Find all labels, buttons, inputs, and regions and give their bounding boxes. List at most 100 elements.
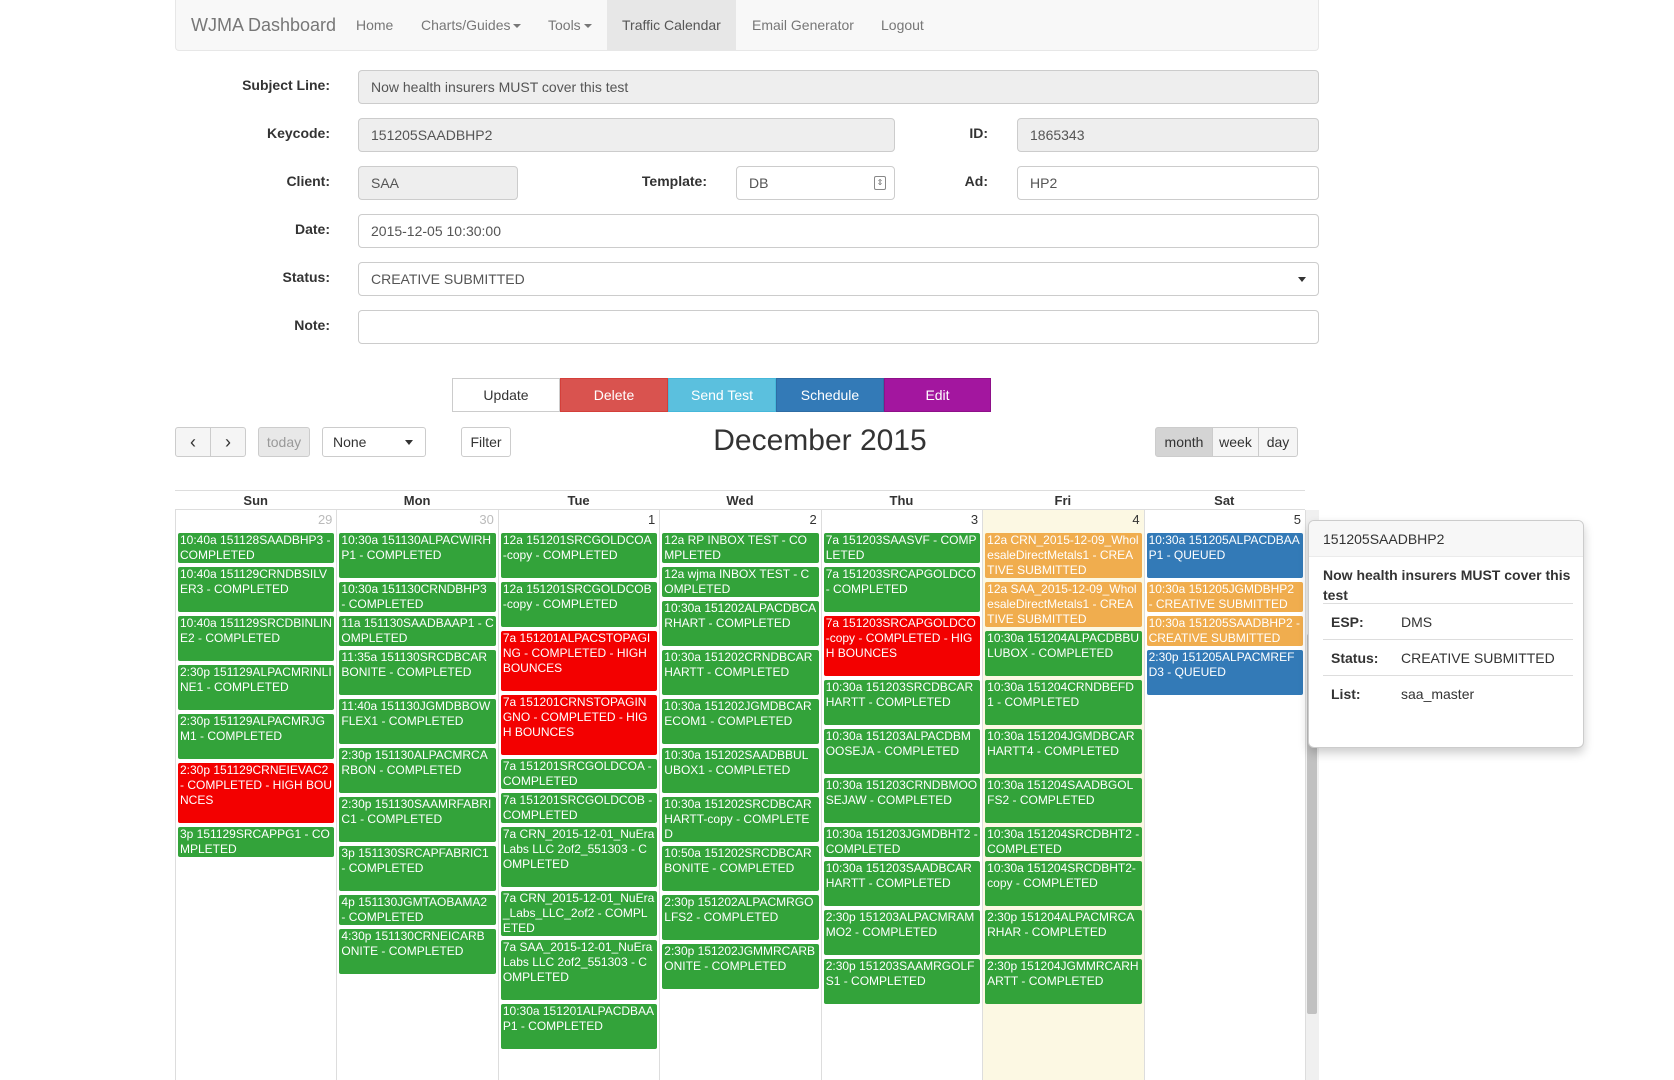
calendar-event[interactable]: 11:40a 151130JGMDBBOWFLEX1 - COMPLETED	[339, 699, 496, 744]
day-view-button[interactable]: day	[1258, 427, 1298, 457]
calendar-event[interactable]: 2:30p 151130ALPACMRCARBON - COMPLETED	[339, 748, 496, 793]
calendar-event[interactable]: 4p 151130JGMTAOBAMA2 - COMPLETED	[339, 895, 496, 925]
nav-home[interactable]: Home	[356, 0, 393, 50]
day-cell[interactable]: 30 10:30a 151130ALPACWIRHP1 - COMPLETED 10…	[336, 510, 497, 1080]
calendar-event[interactable]: 2:30p 151129ALPACMRJGM1 - COMPLETED	[178, 714, 335, 759]
calendar-event[interactable]: 7a 151203SRCAPGOLDCO-copy - COMPLETED - …	[823, 616, 981, 676]
calendar-event[interactable]: 2:30p 151203SAAMRGOLFS1 - COMPLETED	[823, 959, 981, 1004]
calendar-event[interactable]: 2:30p 151202JGMMRCARBONITE - COMPLETED	[662, 944, 819, 989]
calendar-event[interactable]: 2:30p 151205ALPACMREFD3 - QUEUED	[1146, 650, 1303, 695]
calendar-event[interactable]: 10:30a 151203CRNDBMOOSEJAW - COMPLETED	[823, 778, 981, 823]
delete-button[interactable]: Delete	[560, 378, 668, 412]
nav-traffic-calendar[interactable]: Traffic Calendar	[607, 0, 736, 50]
calendar-event[interactable]: 10:30a 151204SAADBGOLFS2 - COMPLETED	[985, 778, 1142, 823]
calendar-event[interactable]: 10:30a 151202JGMDBCARECOM1 - COMPLETED	[662, 699, 819, 744]
calendar-event[interactable]: 12a wjma INBOX TEST - COMPLETED	[662, 567, 819, 597]
calendar-event[interactable]: 10:40a 151128SAADBHP3 - COMPLETED	[178, 533, 335, 563]
day-number[interactable]: 1	[648, 512, 655, 527]
calendar-event[interactable]: 3p 151130SRCAPFABRIC1 - COMPLETED	[339, 846, 496, 891]
calendar-event[interactable]: 2:30p 151129CRNEIEVAC2 - COMPLETED - HIG…	[178, 763, 335, 823]
update-button[interactable]: Update	[452, 378, 560, 412]
calendar-event[interactable]: 7a SAA_2015-12-01_NuEra Labs LLC 2of2_55…	[500, 940, 658, 1000]
calendar-event[interactable]: 4:30p 151130CRNEICARBONITE - COMPLETED	[339, 929, 496, 974]
calendar-event[interactable]: 10:30a 151204ALPACDBBULUBOX - COMPLETED	[985, 631, 1142, 676]
calendar-event[interactable]: 7a CRN_2015-12-01_NuEra_Labs_LLC_2of2 - …	[500, 891, 658, 936]
calendar-event[interactable]: 2:30p 151203ALPACMRAMMO2 - COMPLETED	[823, 910, 981, 955]
calendar-filter-select[interactable]: None	[322, 427, 426, 457]
calendar-event[interactable]: 2:30p 151204JGMMRCARHARTT - COMPLETED	[985, 959, 1142, 1004]
client-field[interactable]: SAA	[358, 166, 518, 200]
calendar-event[interactable]: 10:30a 151205JGMDBHP2 - CREATIVE SUBMITT…	[1146, 582, 1303, 612]
calendar-event[interactable]: 7a 151203SRCAPGOLDCO - COMPLETED	[823, 567, 981, 612]
ad-field[interactable]: HP2	[1017, 166, 1319, 200]
day-cell[interactable]: 3 7a 151203SAASVF - COMPLETED 7a 151203SRC…	[820, 510, 982, 1080]
calendar-event[interactable]: 10:30a 151203SAADBCARHARTT - COMPLETED	[823, 861, 981, 906]
calendar-event[interactable]: 2:30p 151202ALPACMRGOLFS2 - COMPLETED	[662, 895, 819, 940]
calendar-event[interactable]: 10:30a 151202SRCDBCARHARTT-copy - COMPLE…	[662, 797, 819, 842]
day-cell[interactable]: 4 12a CRN_2015-12-09_WholesaleDirectMetal…	[982, 510, 1144, 1080]
calendar-event[interactable]: 12a CRN_2015-12-09_WholesaleDirectMetals…	[985, 533, 1142, 578]
calendar-event[interactable]: 12a 151201SRCGOLDCOB-copy - COMPLETED	[500, 582, 658, 627]
subject-line-field[interactable]: Now health insurers MUST cover this test	[358, 70, 1319, 104]
calendar-event[interactable]: 10:30a 151205ALPACDBAAP1 - QUEUED	[1146, 533, 1303, 578]
calendar-event[interactable]: 10:30a 151203JGMDBHT2 - COMPLETED	[823, 827, 981, 857]
calendar-event[interactable]: 7a 151203SAASVF - COMPLETED	[823, 533, 981, 563]
calendar-event[interactable]: 2:30p 151130SAAMRFABRIC1 - COMPLETED	[339, 797, 496, 842]
calendar-event[interactable]: 12a RP INBOX TEST - COMPLETED	[662, 533, 819, 563]
stepper-icon[interactable]: ⇕	[874, 176, 886, 190]
calendar-event[interactable]: 10:40a 151129SRCDBINLINE2 - COMPLETED	[178, 616, 335, 661]
calendar-event[interactable]: 10:30a 151204SRCDBHT2 - COMPLETED	[985, 827, 1142, 857]
calendar-event[interactable]: 10:30a 151201ALPACDBAAP1 - COMPLETED	[500, 1004, 658, 1049]
id-field[interactable]: 1865343	[1017, 118, 1319, 152]
next-month-button[interactable]: ›	[210, 427, 246, 457]
day-number[interactable]: 30	[479, 512, 493, 527]
today-button[interactable]: today	[258, 427, 310, 457]
calendar-event[interactable]: 10:30a 151204CRNDBEFD1 - COMPLETED	[985, 680, 1142, 725]
date-field[interactable]: 2015-12-05 10:30:00	[358, 214, 1319, 248]
calendar-event[interactable]: 10:40a 151129CRNDBSILVER3 - COMPLETED	[178, 567, 335, 612]
schedule-button[interactable]: Schedule	[776, 378, 884, 412]
nav-logout[interactable]: Logout	[881, 0, 924, 50]
calendar-event[interactable]: 7a CRN_2015-12-01_NuEra Labs LLC 2of2_55…	[500, 827, 658, 887]
calendar-event[interactable]: 10:30a 151202ALPACDBCARHART - COMPLETED	[662, 601, 819, 646]
send-test-button[interactable]: Send Test	[668, 378, 776, 412]
calendar-event[interactable]: 10:30a 151130CRNDBHP3 - COMPLETED	[339, 582, 496, 612]
calendar-event[interactable]: 11:35a 151130SRCDBCARBONITE - COMPLETED	[339, 650, 496, 695]
day-number[interactable]: 2	[809, 512, 816, 527]
day-number[interactable]: 5	[1294, 512, 1301, 527]
calendar-event[interactable]: 7a 151201SRCGOLDCOA - COMPLETED	[500, 759, 658, 789]
calendar-event[interactable]: 10:30a 151204JGMDBCARHARTT4 - COMPLETED	[985, 729, 1142, 774]
day-cell[interactable]: 2 12a RP INBOX TEST - COMPLETED 12a wjma I…	[659, 510, 820, 1080]
calendar-event[interactable]: 10:30a 151202SAADBBULUBOX1 - COMPLETED	[662, 748, 819, 793]
brand-title[interactable]: WJMA Dashboard	[191, 15, 336, 36]
status-select[interactable]: CREATIVE SUBMITTED	[358, 262, 1319, 296]
prev-month-button[interactable]: ‹	[175, 427, 211, 457]
calendar-event[interactable]: 7a 151201CRNSTOPAGINGNO - COMPLETED - HI…	[500, 695, 658, 755]
calendar-event[interactable]: 12a 151201SRCGOLDCOA-copy - COMPLETED	[500, 533, 658, 578]
calendar-event[interactable]: 10:30a 151205SAADBHP2 - CREATIVE SUBMITT…	[1146, 616, 1303, 646]
calendar-event[interactable]: 2:30p 151204ALPACMRCARHAR - COMPLETED	[985, 910, 1142, 955]
note-field[interactable]	[358, 310, 1319, 344]
calendar-event[interactable]: 3p 151129SRCAPPG1 - COMPLETED	[178, 827, 335, 857]
day-cell[interactable]: 5 10:30a 151205ALPACDBAAP1 - QUEUED 10:30a…	[1143, 510, 1305, 1080]
calendar-event[interactable]: 10:50a 151202SRCDBCARBONITE - COMPLETED	[662, 846, 819, 891]
filter-button[interactable]: Filter	[461, 427, 511, 457]
calendar-event[interactable]: 10:30a 151204SRCDBHT2-copy - COMPLETED	[985, 861, 1142, 906]
calendar-event[interactable]: 10:30a 151202CRNDBCARHARTT - COMPLETED	[662, 650, 819, 695]
calendar-event[interactable]: 10:30a 151130ALPACWIRHP1 - COMPLETED	[339, 533, 496, 578]
calendar-event[interactable]: 10:30a 151203SRCDBCARHARTT - COMPLETED	[823, 680, 981, 725]
edit-button[interactable]: Edit	[884, 378, 991, 412]
day-number[interactable]: 4	[1132, 512, 1139, 527]
day-number[interactable]: 3	[971, 512, 978, 527]
template-field[interactable]: DB ⇕	[736, 166, 895, 200]
nav-tools[interactable]: Tools	[548, 0, 592, 50]
calendar-event[interactable]: 7a 151201ALPACSTOPAGING - COMPLETED - HI…	[500, 631, 658, 691]
week-view-button[interactable]: week	[1212, 427, 1259, 457]
calendar-event[interactable]: 2:30p 151129ALPACMRINLINE1 - COMPLETED	[178, 665, 335, 710]
day-cell[interactable]: 1 12a 151201SRCGOLDCOA-copy - COMPLETED 12…	[497, 510, 659, 1080]
nav-charts-guides[interactable]: Charts/Guides	[421, 0, 522, 50]
keycode-field[interactable]: 151205SAADBHP2	[358, 118, 895, 152]
nav-email-generator[interactable]: Email Generator	[752, 0, 854, 50]
calendar-event[interactable]: 7a 151201SRCGOLDCOB - COMPLETED	[500, 793, 658, 823]
day-cell[interactable]: 29 10:40a 151128SAADBHP3 - COMPLETED 10:40…	[175, 510, 336, 1080]
